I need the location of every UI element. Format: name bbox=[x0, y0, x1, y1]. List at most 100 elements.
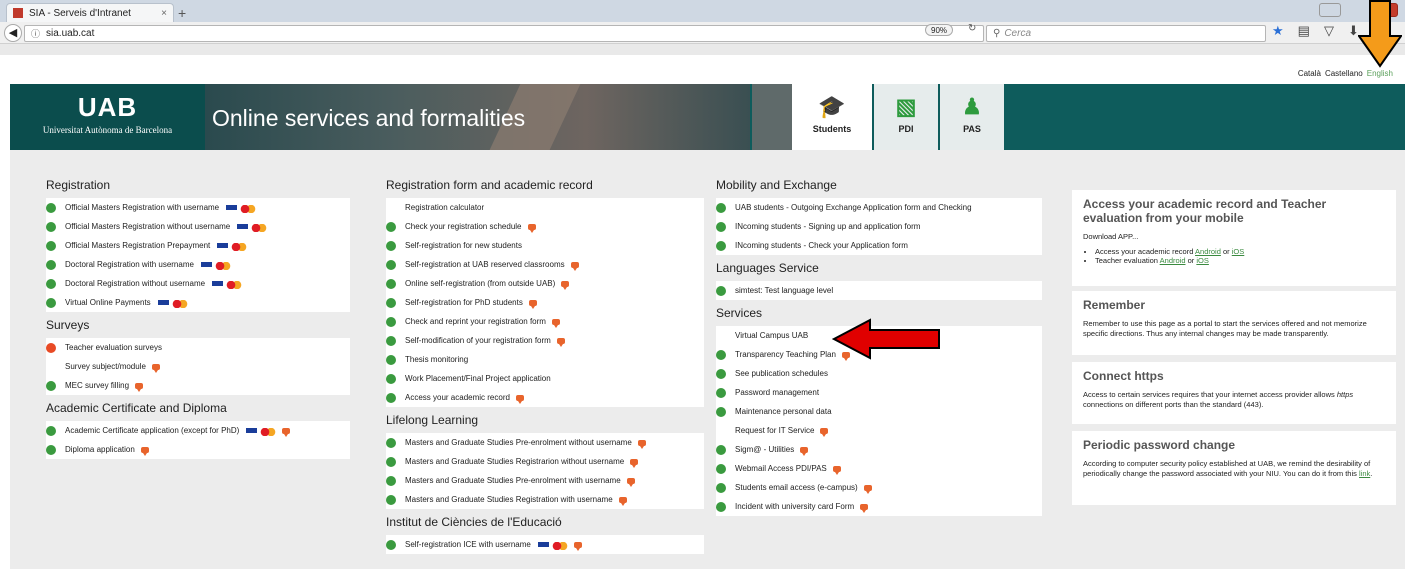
service-link[interactable]: INcoming students - Signing up and appli… bbox=[716, 217, 1042, 236]
chat-icon[interactable] bbox=[860, 503, 869, 513]
service-link[interactable]: Registration calculator bbox=[386, 198, 704, 217]
service-label: Official Masters Registration Prepayment bbox=[65, 241, 211, 250]
service-link[interactable]: See publication schedules bbox=[716, 364, 1042, 383]
chat-icon[interactable] bbox=[832, 465, 841, 475]
service-label: Maintenance personal data bbox=[735, 407, 832, 416]
service-link[interactable]: Virtual Online Payments bbox=[46, 293, 350, 312]
teacher-eval-android-link[interactable]: Android bbox=[1160, 256, 1186, 265]
tab-students[interactable]: 🎓 Students bbox=[792, 84, 872, 150]
status-green-icon bbox=[716, 482, 726, 493]
tab-pdi[interactable]: ▧ PDI bbox=[874, 84, 938, 150]
reload-icon[interactable]: ↻ bbox=[968, 23, 976, 34]
new-tab-button[interactable]: + bbox=[178, 5, 186, 21]
chat-icon[interactable] bbox=[618, 496, 627, 506]
service-link[interactable]: Masters and Graduate Studies Pre-enrolme… bbox=[386, 471, 704, 490]
lang-catala[interactable]: Català bbox=[1298, 69, 1321, 78]
teacher-eval-ios-link[interactable]: iOS bbox=[1196, 256, 1209, 265]
service-label: Incident with university card Form bbox=[735, 502, 855, 511]
service-link[interactable]: Check and reprint your registration form bbox=[386, 312, 704, 331]
chat-icon[interactable] bbox=[556, 337, 565, 347]
service-link[interactable]: Students email access (e-campus) bbox=[716, 478, 1042, 497]
chat-icon[interactable] bbox=[140, 446, 149, 456]
chat-icon[interactable] bbox=[800, 446, 809, 456]
address-bar[interactable]: ⓘ sia.uab.cat bbox=[24, 25, 984, 42]
chat-icon[interactable] bbox=[551, 318, 560, 328]
minimize-button[interactable] bbox=[1319, 3, 1341, 17]
service-link[interactable]: Teacher evaluation surveys bbox=[46, 338, 350, 357]
tab-pas[interactable]: ♟ PAS bbox=[940, 84, 1004, 150]
service-link[interactable]: Self-registration for PhD students bbox=[386, 293, 704, 312]
back-button[interactable]: ◀ bbox=[4, 24, 22, 42]
service-link[interactable]: Webmail Access PDI/PAS bbox=[716, 459, 1042, 478]
service-link[interactable]: Masters and Graduate Studies Pre-enrolme… bbox=[386, 433, 704, 452]
chat-icon[interactable] bbox=[570, 261, 579, 271]
header-photo-strip bbox=[752, 84, 792, 150]
search-placeholder: Cerca bbox=[1004, 28, 1032, 39]
search-input[interactable]: ⚲ Cerca bbox=[986, 25, 1266, 42]
chat-icon[interactable] bbox=[637, 439, 646, 449]
chat-icon[interactable] bbox=[573, 541, 582, 551]
chat-icon[interactable] bbox=[863, 484, 872, 494]
status-green-icon bbox=[716, 444, 726, 455]
chat-icon[interactable] bbox=[528, 299, 537, 309]
uab-logo[interactable]: UAB Universitat Autònoma de Barcelona bbox=[10, 84, 205, 150]
service-label: Work Placement/Final Project application bbox=[405, 374, 551, 383]
service-link[interactable]: INcoming students - Check your Applicati… bbox=[716, 236, 1042, 255]
service-link[interactable]: Check your registration schedule bbox=[386, 217, 704, 236]
column-registration: Registration Official Masters Registratio… bbox=[46, 178, 350, 465]
service-link[interactable]: Self-registration at UAB reserved classr… bbox=[386, 255, 704, 274]
service-link[interactable]: simtest: Test language level bbox=[716, 281, 1042, 300]
service-link[interactable]: MEC survey filling bbox=[46, 376, 350, 395]
service-link[interactable]: Academic Certificate application (except… bbox=[46, 421, 350, 440]
chat-icon[interactable] bbox=[820, 427, 829, 437]
page-title: Online services and formalities bbox=[212, 105, 526, 131]
chat-icon[interactable] bbox=[151, 363, 160, 373]
service-label: Self-registration ICE with username bbox=[405, 540, 531, 549]
browser-tab[interactable]: SIA - Serveis d'Intranet × bbox=[6, 3, 174, 22]
service-link[interactable]: Official Masters Registration without us… bbox=[46, 217, 350, 236]
pocket-icon[interactable]: ▽ bbox=[1324, 23, 1334, 39]
service-link[interactable]: Masters and Graduate Studies Registratio… bbox=[386, 490, 704, 509]
https-panel: Connect https Access to certain services… bbox=[1072, 362, 1396, 424]
service-link[interactable]: Doctoral Registration with username bbox=[46, 255, 350, 274]
service-link[interactable]: Official Masters Registration Prepayment bbox=[46, 236, 350, 255]
zoom-indicator[interactable]: 90% bbox=[925, 24, 954, 36]
service-link[interactable]: Access your academic record bbox=[386, 388, 704, 407]
service-link[interactable]: Work Placement/Final Project application bbox=[386, 369, 704, 388]
service-link[interactable]: Self-modification of your registration f… bbox=[386, 331, 704, 350]
chat-icon[interactable] bbox=[282, 427, 291, 437]
service-link[interactable]: Doctoral Registration without username bbox=[46, 274, 350, 293]
academic-record-ios-link[interactable]: iOS bbox=[1232, 247, 1245, 256]
service-label: Password management bbox=[735, 388, 820, 397]
chat-icon[interactable] bbox=[626, 477, 635, 487]
service-link[interactable]: Sigm@ - Utilities bbox=[716, 440, 1042, 459]
service-link[interactable]: Diploma application bbox=[46, 440, 350, 459]
close-icon[interactable]: × bbox=[161, 8, 167, 19]
chat-icon[interactable] bbox=[561, 280, 570, 290]
service-link[interactable]: Official Masters Registration with usern… bbox=[46, 198, 350, 217]
status-green-icon bbox=[386, 278, 396, 289]
bookmarks-icon[interactable]: ▤ bbox=[1298, 23, 1310, 39]
chat-icon[interactable] bbox=[630, 458, 639, 468]
service-link[interactable]: Self-registration for new students bbox=[386, 236, 704, 255]
service-link[interactable]: Masters and Graduate Studies Registrario… bbox=[386, 452, 704, 471]
chat-icon[interactable] bbox=[515, 394, 524, 404]
service-link[interactable]: Self-registration ICE with username bbox=[386, 535, 704, 554]
service-link[interactable]: Password management bbox=[716, 383, 1042, 402]
lang-english[interactable]: English bbox=[1367, 69, 1393, 78]
service-link[interactable]: Request for IT Service bbox=[716, 421, 1042, 440]
service-link[interactable]: Thesis monitoring bbox=[386, 350, 704, 369]
bookmark-star-icon[interactable]: ★ bbox=[1272, 23, 1284, 39]
academic-record-android-link[interactable]: Android bbox=[1195, 247, 1221, 256]
service-link[interactable]: Survey subject/module bbox=[46, 357, 350, 376]
info-icon[interactable]: ⓘ bbox=[31, 27, 40, 40]
service-link[interactable]: Maintenance personal data bbox=[716, 402, 1042, 421]
chat-icon[interactable] bbox=[135, 382, 144, 392]
credit-card-icon bbox=[536, 541, 568, 550]
service-link[interactable]: Online self-registration (from outside U… bbox=[386, 274, 704, 293]
chat-icon[interactable] bbox=[527, 223, 536, 233]
service-link[interactable]: UAB students - Outgoing Exchange Applica… bbox=[716, 198, 1042, 217]
password-change-link[interactable]: link bbox=[1359, 469, 1370, 478]
service-link[interactable]: Incident with university card Form bbox=[716, 497, 1042, 516]
lang-castellano[interactable]: Castellano bbox=[1325, 69, 1363, 78]
